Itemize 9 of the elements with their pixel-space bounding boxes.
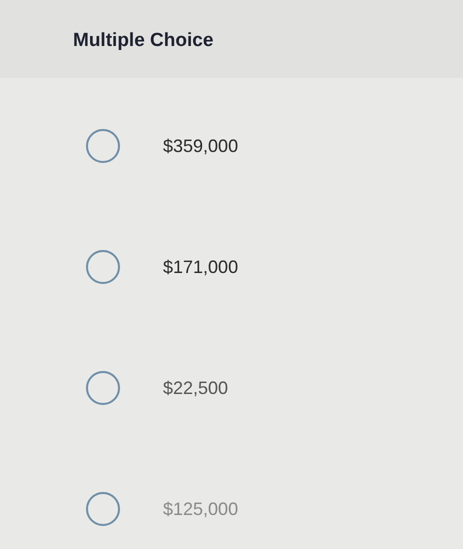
option-label: $22,500 [163,378,228,398]
radio-button[interactable] [86,492,120,526]
option-label: $171,000 [163,256,238,278]
option-label: $125,000 [163,498,238,520]
radio-button[interactable] [86,371,120,405]
question-title: Multiple Choice [73,30,214,52]
radio-button[interactable] [86,250,120,284]
radio-button[interactable] [86,129,120,163]
option-label: $359,000 [163,136,238,156]
